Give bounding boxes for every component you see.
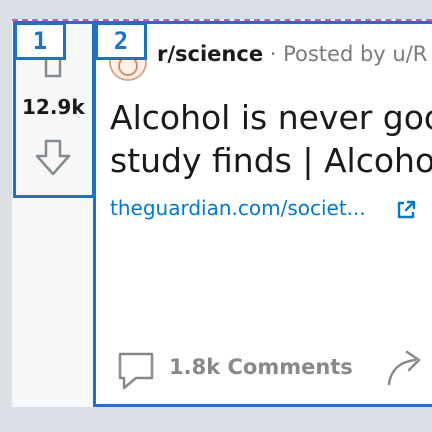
downvote-arrow-icon[interactable] <box>34 138 72 178</box>
vote-score: 12.9k <box>22 95 85 119</box>
annotation-label-2: 2 <box>95 22 147 60</box>
annotation-label-1: 1 <box>14 22 66 60</box>
